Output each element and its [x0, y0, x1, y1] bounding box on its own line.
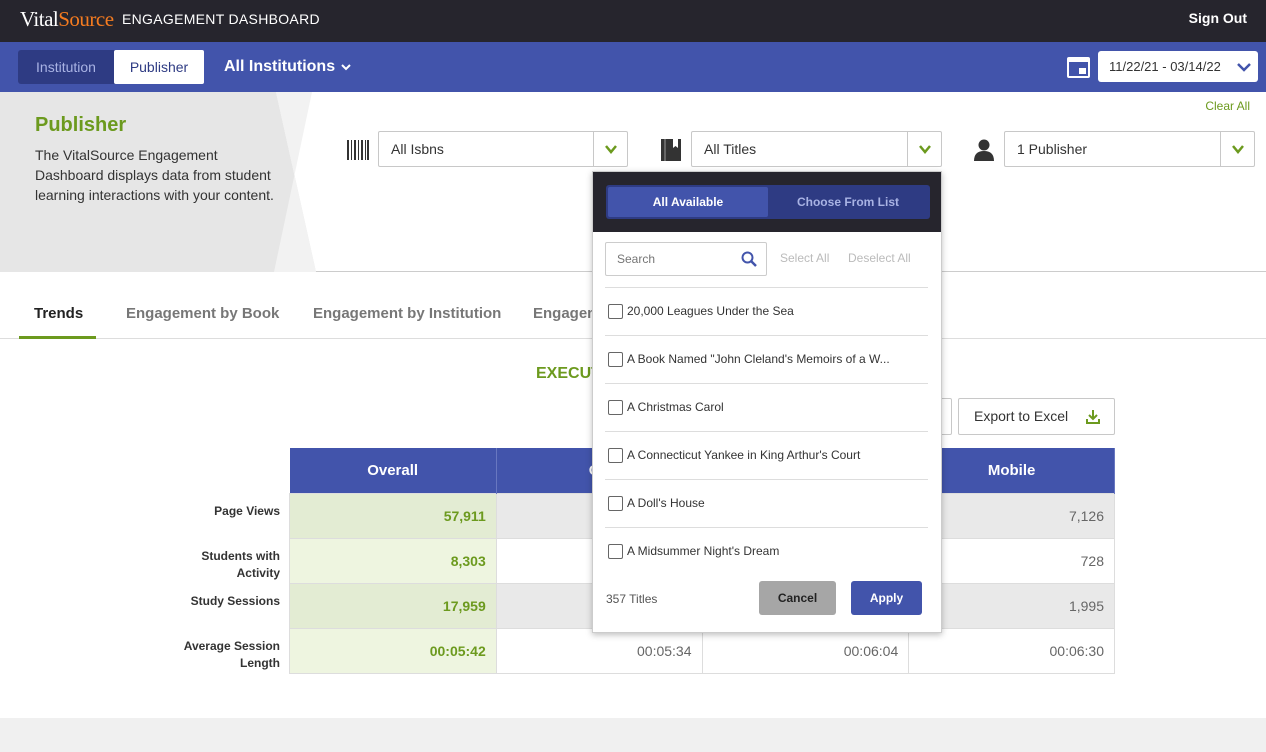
list-item-label: A Midsummer Night's Dream	[627, 544, 780, 558]
checkbox[interactable]	[608, 352, 623, 367]
select-all-link[interactable]: Select All	[780, 251, 829, 265]
titles-count: 357 Titles	[606, 592, 658, 606]
chevron-down-icon[interactable]	[340, 61, 352, 73]
search-input[interactable]	[606, 243, 736, 275]
cell-online: 00:05:34	[495, 627, 703, 674]
dropdown-search	[605, 242, 767, 276]
view-toggle: Institution Publisher	[18, 50, 204, 84]
checkbox[interactable]	[608, 400, 623, 415]
list-item-label: A Connecticut Yankee in King Arthur's Co…	[627, 448, 861, 462]
export-label: Export to Excel	[974, 408, 1069, 424]
isbn-select-value: All Isbns	[391, 141, 444, 157]
sign-out-link[interactable]: Sign Out	[1189, 10, 1247, 26]
isbn-select[interactable]: All Isbns	[378, 131, 628, 167]
export-to-excel-button[interactable]: Export to Excel	[958, 398, 1115, 435]
tab-trends[interactable]: Trends	[34, 305, 83, 322]
publisher-description: The VitalSource Engagement Dashboard dis…	[35, 147, 274, 203]
list-item-label: 20,000 Leagues Under the Sea	[627, 304, 794, 318]
list-item[interactable]: A Connecticut Yankee in King Arthur's Co…	[605, 431, 928, 479]
row-label-page-views: Page Views	[214, 504, 280, 518]
cancel-button[interactable]: Cancel	[759, 581, 836, 615]
date-range-value: 11/22/21 - 03/14/22	[1109, 59, 1221, 74]
titles-select-value: All Titles	[704, 141, 757, 157]
clear-all-link[interactable]: Clear All	[1205, 99, 1250, 113]
titles-list: 20,000 Leagues Under the Sea A Book Name…	[605, 287, 928, 575]
tab-engagement-by-book[interactable]: Engagement by Book	[126, 305, 279, 322]
checkbox[interactable]	[608, 448, 623, 463]
publisher-title: Publisher	[35, 114, 127, 136]
checkbox[interactable]	[608, 496, 623, 511]
deselect-all-link[interactable]: Deselect All	[848, 251, 911, 265]
cell-overall: 17,959	[289, 582, 497, 629]
chevron-down-icon	[1237, 63, 1251, 72]
calendar-icon[interactable]	[1066, 55, 1091, 79]
book-icon	[661, 139, 681, 161]
choose-from-list-toggle[interactable]: Choose From List	[768, 187, 928, 217]
titles-select[interactable]: All Titles	[691, 131, 942, 167]
list-item[interactable]: A Book Named "John Cleland's Memoirs of …	[605, 335, 928, 383]
chevron-down-icon[interactable]	[593, 132, 627, 166]
user-icon	[974, 139, 994, 161]
cell-overall: 57,911	[289, 492, 497, 539]
row-label-study-sessions: Study Sessions	[190, 594, 280, 608]
barcode-icon	[347, 140, 369, 160]
list-item[interactable]: A Doll's House	[605, 479, 928, 527]
date-range-select[interactable]: 11/22/21 - 03/14/22	[1098, 51, 1258, 82]
institution-select[interactable]: All Institutions	[224, 58, 335, 76]
list-item[interactable]: A Christmas Carol	[605, 383, 928, 431]
dropdown-header: All Available Choose From List	[593, 172, 941, 232]
publisher-select-value: 1 Publisher	[1017, 141, 1088, 157]
row-label-students: Students with Activity	[201, 549, 280, 580]
all-available-toggle[interactable]: All Available	[608, 187, 768, 217]
download-icon	[1086, 410, 1100, 424]
list-item-label: A Doll's House	[627, 496, 705, 510]
institution-toggle[interactable]: Institution	[18, 50, 114, 84]
titles-dropdown: All Available Choose From List Select Al…	[592, 171, 942, 633]
dropdown-mode-toggle: All Available Choose From List	[606, 185, 930, 219]
checkbox[interactable]	[608, 304, 623, 319]
search-icon[interactable]	[741, 251, 757, 267]
row-label-avg-session: Average Session Length	[183, 639, 280, 670]
cell-offline: 00:06:04	[701, 627, 910, 674]
list-item[interactable]: 20,000 Leagues Under the Sea	[605, 287, 928, 335]
brand-logo: VitalSource	[20, 7, 114, 31]
publisher-toggle[interactable]: Publisher	[114, 50, 204, 84]
cell-overall: 8,303	[289, 537, 497, 584]
top-bar: VitalSource ENGAGEMENT DASHBOARD Sign Ou…	[0, 0, 1266, 42]
list-item-label: A Christmas Carol	[627, 400, 724, 414]
apply-button[interactable]: Apply	[851, 581, 922, 615]
active-tab-indicator	[19, 336, 96, 339]
footer	[0, 718, 1266, 752]
cell-overall: 00:05:42	[289, 627, 497, 674]
list-item[interactable]: A Midsummer Night's Dream	[605, 527, 928, 575]
table-row: 00:05:42 00:05:34 00:06:04 00:06:30	[289, 627, 1115, 674]
tab-engagement-by-institution[interactable]: Engagement by Institution	[313, 305, 501, 322]
publisher-select[interactable]: 1 Publisher	[1004, 131, 1255, 167]
brand-subtitle: ENGAGEMENT DASHBOARD	[122, 11, 320, 27]
col-header-overall: Overall	[289, 448, 497, 493]
checkbox[interactable]	[608, 544, 623, 559]
list-item-label: A Book Named "John Cleland's Memoirs of …	[627, 352, 890, 366]
cell-mobile: 00:06:30	[908, 627, 1115, 674]
chevron-down-icon[interactable]	[907, 132, 941, 166]
tab-engagement-partial[interactable]: Engagem	[533, 305, 601, 322]
chevron-down-icon[interactable]	[1220, 132, 1254, 166]
